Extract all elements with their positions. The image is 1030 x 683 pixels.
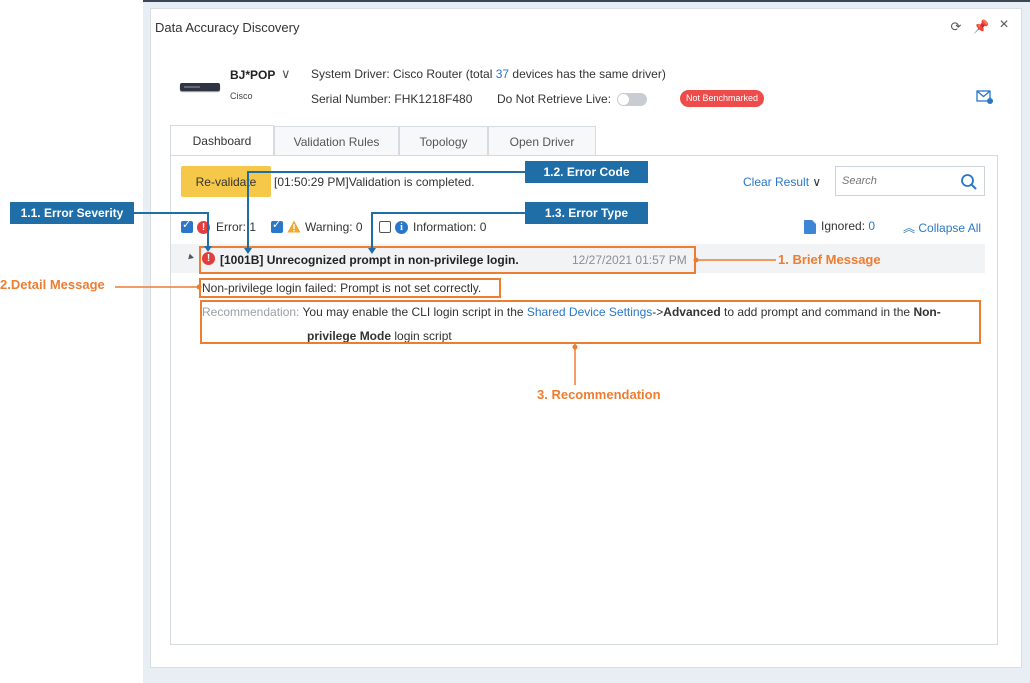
- revalidate-button[interactable]: Re-validate: [181, 166, 271, 197]
- warning-filter-label: Warning: 0: [305, 220, 363, 234]
- benchmark-status-badge: Not Benchmarked: [680, 90, 765, 107]
- tab-topology[interactable]: Topology: [399, 126, 488, 156]
- title-bar: Data Accuracy Discovery ⟳ 📌 ×: [151, 9, 1021, 47]
- system-driver: System Driver: Cisco Router (total 37 de…: [311, 67, 666, 81]
- clear-result-dropdown[interactable]: Clear Result ∨: [743, 175, 821, 189]
- router-device-icon: [180, 83, 220, 91]
- recommendation-callout: 3. Recommendation: [537, 387, 661, 402]
- device-vendor: Cisco: [230, 91, 253, 101]
- chevron-down-icon[interactable]: ∨: [281, 66, 291, 82]
- detail-message-callout: 2.Detail Message: [0, 277, 105, 292]
- information-filter-checkbox[interactable]: [379, 221, 391, 233]
- chevron-down-icon: ∨: [812, 175, 822, 189]
- error-filter-label: Error: 1: [216, 220, 257, 234]
- tab-validation-rules[interactable]: Validation Rules: [274, 126, 399, 156]
- retrieve-live-label: Do Not Retrieve Live:: [497, 92, 612, 106]
- info-icon: i: [395, 221, 408, 234]
- collapse-all-button[interactable]: ︽ Collapse All: [903, 219, 981, 236]
- error-severity-callout: 1.1. Error Severity: [10, 202, 134, 224]
- brief-message-callout: 1. Brief Message: [778, 252, 881, 267]
- ignored-count[interactable]: Ignored: 0: [821, 219, 875, 233]
- shared-device-settings-link[interactable]: Shared Device Settings: [527, 305, 652, 319]
- information-filter-label: Information: 0: [413, 220, 487, 234]
- error-severity-icon: !: [202, 252, 215, 265]
- recommendation-line-1: Recommendation: You may enable the CLI l…: [202, 305, 941, 319]
- warning-icon: [287, 220, 301, 233]
- refresh-icon[interactable]: ⟳: [948, 19, 964, 35]
- serial-number: Serial Number: FHK1218F480: [311, 92, 473, 106]
- error-icon: !: [197, 221, 210, 234]
- warning-filter-checkbox[interactable]: [271, 218, 283, 233]
- tab-dashboard[interactable]: Dashboard: [170, 125, 274, 156]
- window-title: Data Accuracy Discovery: [155, 20, 300, 35]
- detail-message: Non-privilege login failed: Prompt is no…: [202, 281, 482, 295]
- error-type-callout: 1.3. Error Type: [525, 202, 648, 224]
- recommendation-line-2: privilege Mode login script: [307, 329, 452, 343]
- tab-open-driver[interactable]: Open Driver: [488, 126, 596, 156]
- brief-message: [1001B] Unrecognized prompt in non-privi…: [220, 253, 519, 267]
- error-code-callout: 1.2. Error Code: [525, 161, 648, 183]
- search-input[interactable]: [842, 173, 952, 189]
- validation-status: [01:50:29 PM]Validation is completed.: [274, 175, 475, 189]
- search-box[interactable]: [835, 166, 985, 196]
- device-name[interactable]: BJ*POP: [230, 68, 275, 82]
- result-timestamp: 12/27/2021 01:57 PM: [572, 253, 687, 267]
- driver-count-link[interactable]: 37: [496, 67, 509, 81]
- close-icon[interactable]: ×: [996, 16, 1012, 34]
- search-icon[interactable]: [960, 173, 978, 191]
- ignored-doc-icon: [804, 220, 816, 234]
- retrieve-live-toggle[interactable]: [617, 93, 647, 106]
- pin-icon[interactable]: 📌: [973, 19, 989, 35]
- error-filter-checkbox[interactable]: [181, 218, 193, 233]
- mail-settings-icon[interactable]: [976, 90, 994, 104]
- double-chevron-up-icon: ︽: [903, 221, 916, 235]
